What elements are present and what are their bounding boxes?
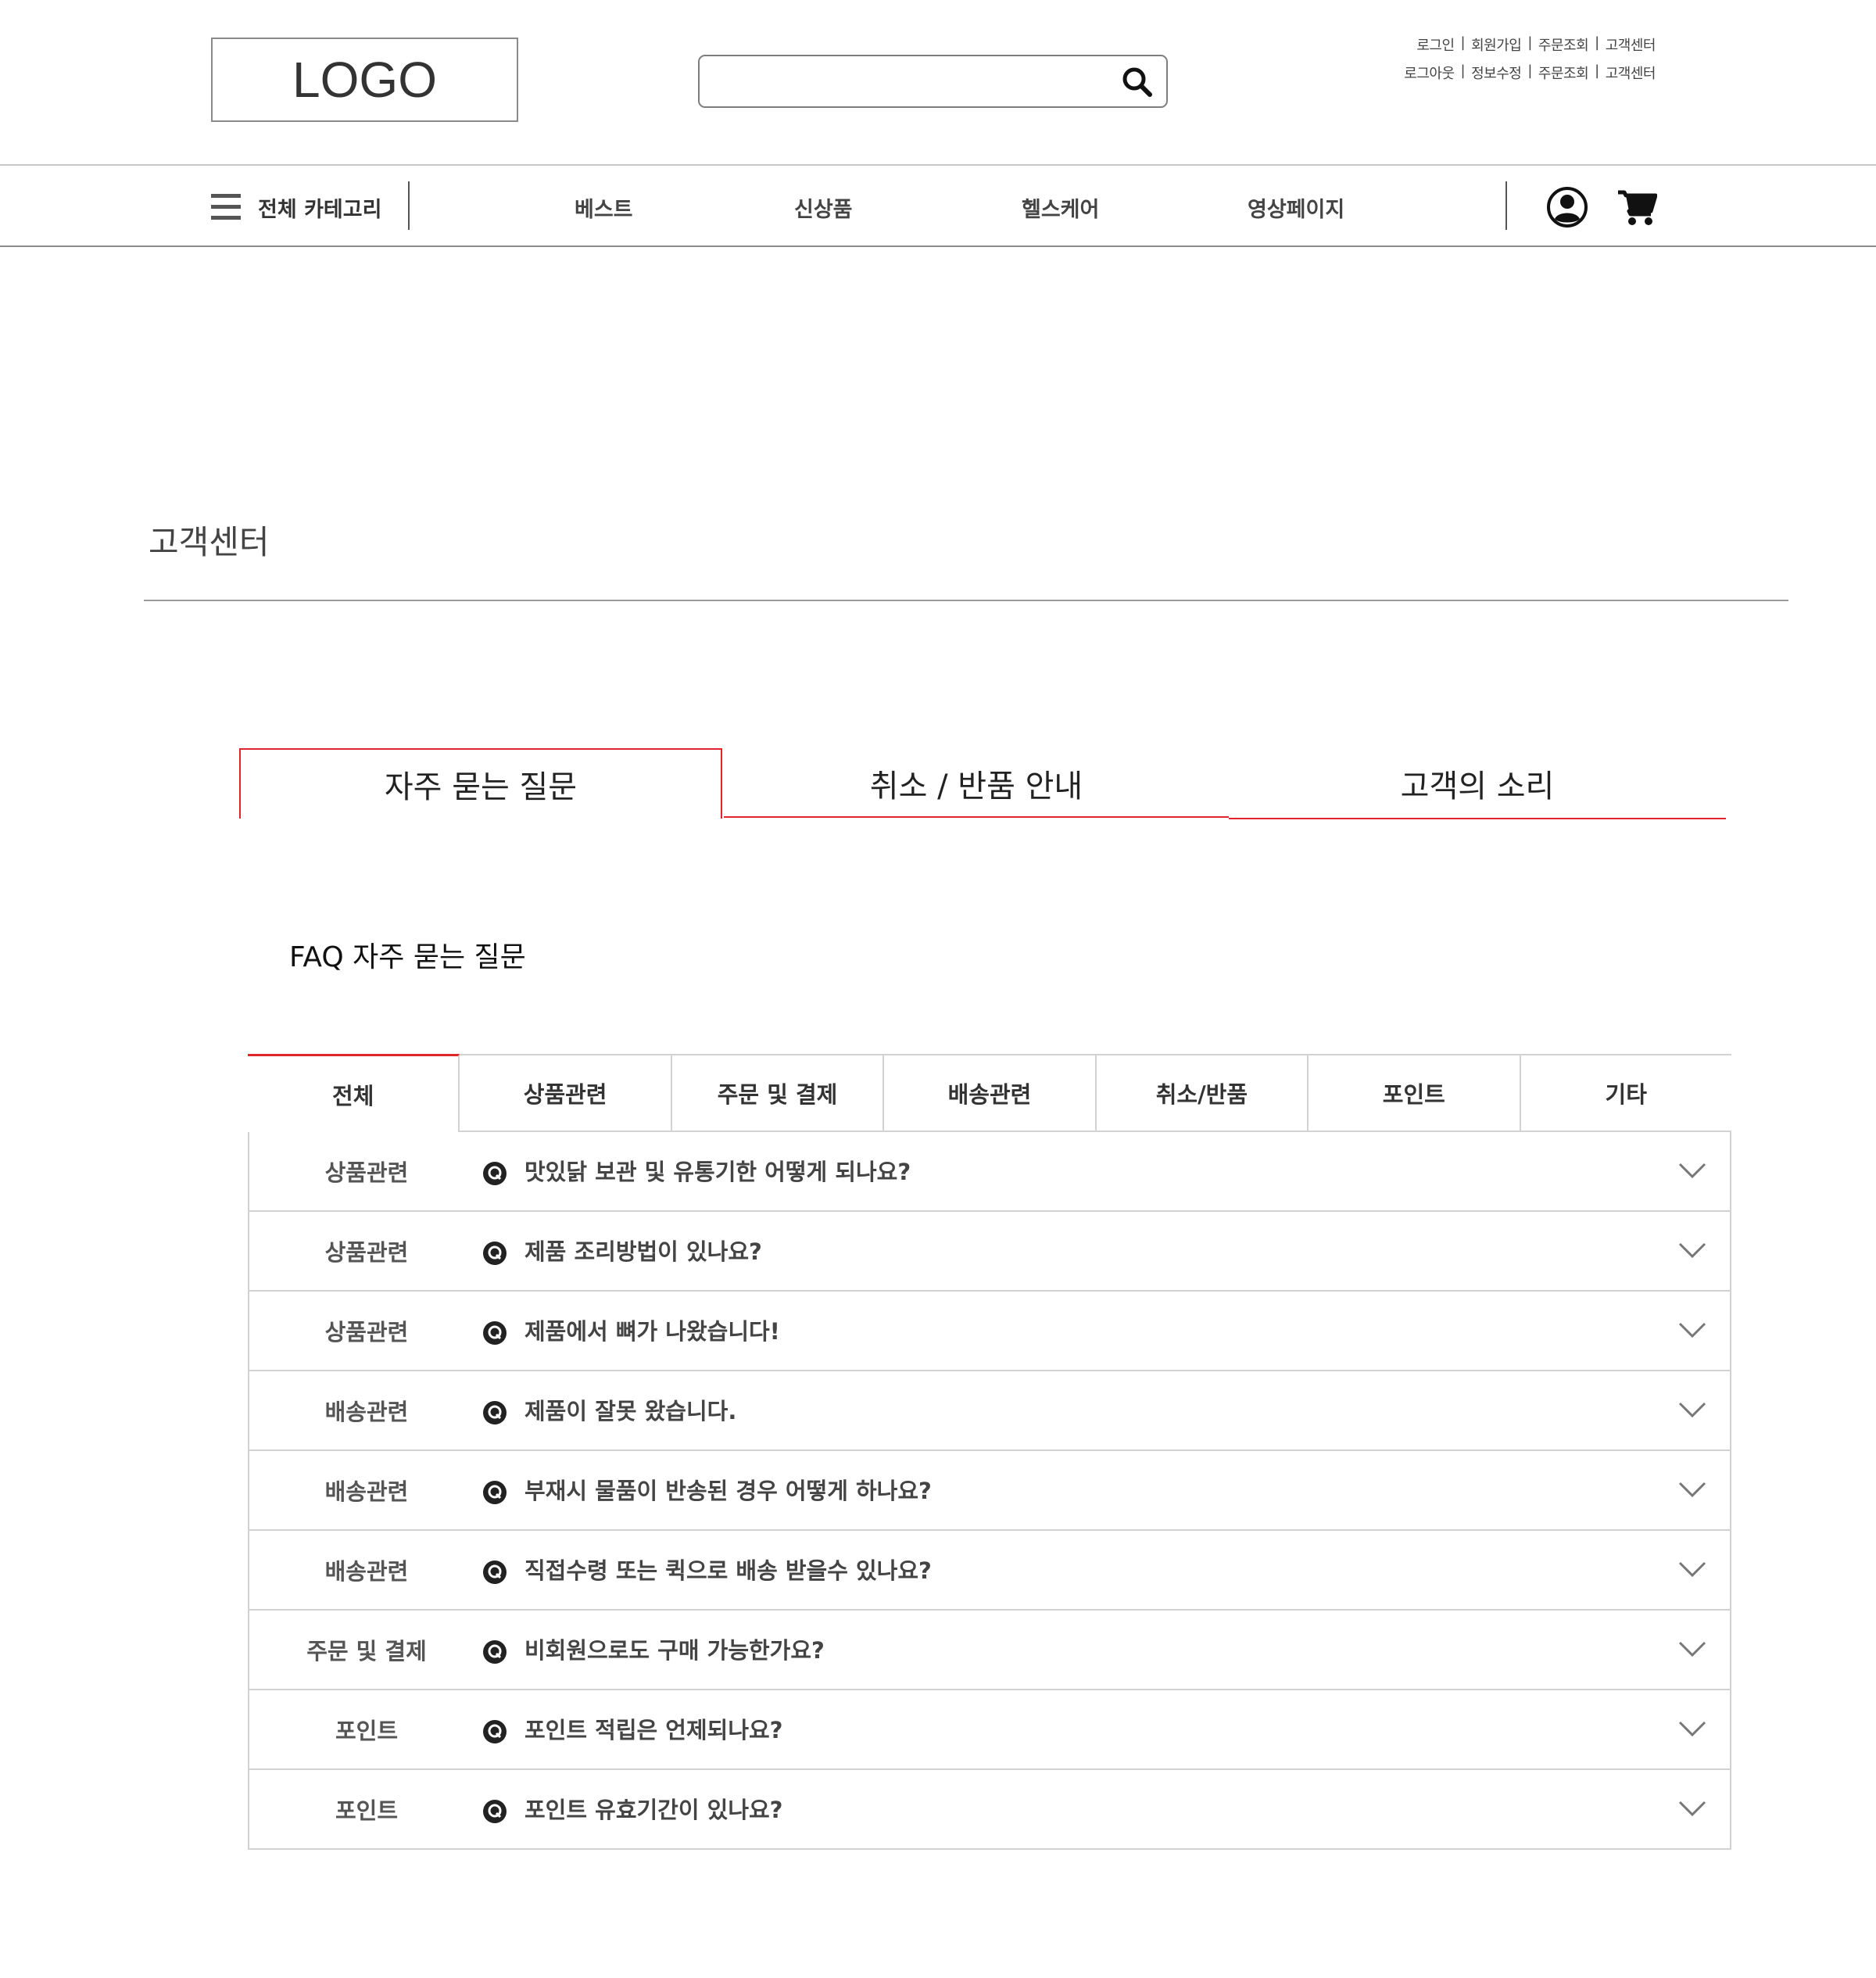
separator: |	[1527, 63, 1532, 79]
user-icon[interactable]	[1546, 186, 1588, 228]
separator: |	[1595, 63, 1599, 79]
tab-customer-voice[interactable]: 고객의 소리	[1229, 748, 1726, 819]
faq-category-cancel-return[interactable]: 취소/반품	[1096, 1054, 1309, 1132]
search-input[interactable]	[709, 61, 1103, 103]
faq-item[interactable]: 상품관련 제품에서 뼈가 나왔습니다!	[249, 1292, 1730, 1371]
q-icon	[483, 1162, 507, 1185]
faq-category-tabs: 전체 상품관련 주문 및 결제 배송관련 취소/반품 포인트 기타	[248, 1054, 1731, 1132]
nav-divider-bottom	[0, 245, 1876, 247]
faq-item-category: 배송관련	[324, 1399, 409, 1425]
faq-item-question: 포인트 유효기간이 있나요?	[524, 1797, 783, 1823]
tab-underline	[1229, 818, 1726, 819]
title-divider	[144, 600, 1788, 601]
faq-item-category: 배송관련	[324, 1478, 409, 1505]
search-bar	[698, 55, 1168, 108]
chevron-down-icon[interactable]	[1678, 1561, 1706, 1578]
chevron-down-icon[interactable]	[1678, 1481, 1706, 1498]
faq-item-question: 제품이 잘못 왔습니다.	[524, 1398, 737, 1424]
faq-item-category: 포인트	[335, 1718, 399, 1744]
faq-item-question: 포인트 적립은 언제되나요?	[524, 1717, 783, 1743]
nav-item-best[interactable]: 베스트	[575, 192, 633, 223]
faq-item[interactable]: 포인트 포인트 유효기간이 있나요?	[249, 1770, 1730, 1850]
faq-item-question: 제품에서 뼈가 나왔습니다!	[524, 1318, 780, 1345]
nav-item-video[interactable]: 영상페이지	[1248, 192, 1344, 223]
q-icon	[483, 1640, 507, 1664]
chevron-down-icon[interactable]	[1678, 1800, 1706, 1817]
chevron-down-icon[interactable]	[1678, 1321, 1706, 1338]
faq-category-product[interactable]: 상품관련	[460, 1054, 672, 1132]
q-icon	[483, 1401, 507, 1424]
util-links-logged-in: 로그아웃 | 정보수정 | 주문조회 | 고객센터	[1404, 63, 1656, 83]
faq-item-question: 비회원으로도 구매 가능한가요?	[524, 1637, 825, 1664]
faq-item[interactable]: 상품관련 제품 조리방법이 있나요?	[249, 1212, 1730, 1292]
tab-faq[interactable]: 자주 묻는 질문	[239, 748, 722, 819]
faq-category-shipping[interactable]: 배송관련	[884, 1054, 1097, 1132]
chevron-down-icon[interactable]	[1678, 1162, 1706, 1179]
customer-center-link[interactable]: 고객센터	[1606, 34, 1656, 55]
faq-item-category: 배송관련	[324, 1558, 409, 1585]
separator: |	[1595, 34, 1599, 51]
q-icon	[483, 1321, 507, 1345]
faq-item[interactable]: 포인트 포인트 적립은 언제되나요?	[249, 1690, 1730, 1770]
order-lookup-link[interactable]: 주문조회	[1538, 63, 1589, 83]
faq-category-order-payment[interactable]: 주문 및 결제	[671, 1054, 885, 1132]
nav-item-healthcare[interactable]: 헬스케어	[1022, 192, 1099, 223]
faq-item-question: 직접수령 또는 퀵으로 배송 받을수 있나요?	[524, 1557, 932, 1584]
q-icon	[483, 1242, 507, 1265]
q-icon	[483, 1481, 507, 1504]
faq-item-category: 주문 및 결제	[306, 1638, 427, 1664]
page-title: 고객센터	[149, 523, 270, 561]
q-icon	[483, 1561, 507, 1584]
util-links-logged-out: 로그인 | 회원가입 | 주문조회 | 고객센터	[1416, 34, 1656, 55]
signup-link[interactable]: 회원가입	[1471, 34, 1522, 55]
faq-heading: FAQ 자주 묻는 질문	[289, 941, 526, 973]
tab-cancel-return[interactable]: 취소 / 반품 안내	[724, 748, 1229, 819]
faq-item-question: 제품 조리방법이 있나요?	[524, 1238, 762, 1265]
edit-profile-link[interactable]: 정보수정	[1471, 63, 1522, 83]
separator: |	[1460, 34, 1466, 51]
order-lookup-link[interactable]: 주문조회	[1538, 34, 1589, 55]
faq-list: 상품관련 맛있닭 보관 및 유통기한 어떻게 되나요? 상품관련 제품 조리방법…	[248, 1132, 1731, 1850]
chevron-down-icon[interactable]	[1678, 1640, 1706, 1657]
login-link[interactable]: 로그인	[1416, 34, 1455, 55]
q-icon	[483, 1720, 507, 1743]
faq-category-point[interactable]: 포인트	[1309, 1054, 1521, 1132]
faq-item[interactable]: 상품관련 맛있닭 보관 및 유통기한 어떻게 되나요?	[249, 1132, 1730, 1212]
header-divider	[0, 164, 1876, 166]
customer-center-link[interactable]: 고객센터	[1606, 63, 1656, 83]
logo[interactable]: LOGO	[211, 38, 518, 122]
chevron-down-icon[interactable]	[1678, 1242, 1706, 1259]
nav-divider	[1505, 181, 1507, 230]
separator: |	[1527, 34, 1532, 51]
chevron-down-icon[interactable]	[1678, 1720, 1706, 1737]
faq-item[interactable]: 주문 및 결제 비회원으로도 구매 가능한가요?	[249, 1611, 1730, 1690]
faq-item[interactable]: 배송관련 부재시 물품이 반송된 경우 어떻게 하나요?	[249, 1451, 1730, 1531]
faq-category-etc[interactable]: 기타	[1520, 1054, 1731, 1132]
faq-item-category: 상품관련	[324, 1319, 409, 1346]
q-icon	[483, 1800, 507, 1823]
faq-item-category: 상품관련	[324, 1159, 409, 1186]
chevron-down-icon[interactable]	[1678, 1401, 1706, 1418]
faq-item-category: 상품관련	[324, 1239, 409, 1266]
search-icon[interactable]	[1119, 64, 1155, 100]
tab-underline	[724, 816, 1229, 818]
all-categories-button[interactable]: 전체 카테고리	[258, 192, 381, 223]
cart-icon[interactable]	[1616, 189, 1657, 227]
faq-item-question: 부재시 물품이 반송된 경우 어떻게 하나요?	[524, 1478, 932, 1504]
separator: |	[1460, 63, 1466, 79]
faq-item-category: 포인트	[335, 1797, 399, 1824]
faq-item[interactable]: 배송관련 직접수령 또는 퀵으로 배송 받을수 있나요?	[249, 1531, 1730, 1611]
faq-item[interactable]: 배송관련 제품이 잘못 왔습니다.	[249, 1371, 1730, 1451]
faq-category-all[interactable]: 전체	[248, 1054, 460, 1132]
nav-item-new[interactable]: 신상품	[794, 192, 853, 223]
faq-item-question: 맛있닭 보관 및 유통기한 어떻게 되나요?	[524, 1159, 911, 1185]
hamburger-menu-icon[interactable]	[211, 194, 241, 220]
nav-divider	[408, 181, 410, 230]
logout-link[interactable]: 로그아웃	[1404, 63, 1455, 83]
